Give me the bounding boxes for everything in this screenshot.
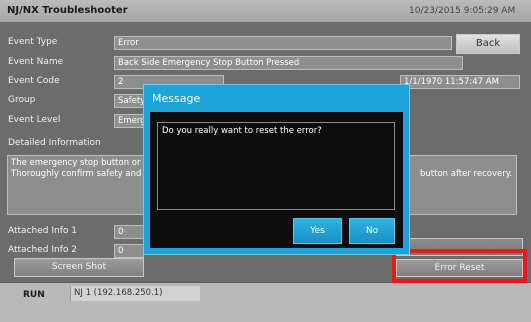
screen-shot-button[interactable]: Screen Shot	[14, 258, 144, 277]
detail-line-1: The emergency stop button or	[11, 158, 141, 168]
event-name-field: Back Side Emergency Stop Button Pressed	[114, 56, 463, 70]
controller-connection: NJ 1 (192.168.250.1)	[70, 286, 200, 301]
event-date-field: 1/1/1970 11:57:47 AM	[400, 75, 520, 89]
detail-line-2: Thoroughly confirm safety and	[11, 169, 142, 179]
group-label: Group	[8, 95, 36, 105]
event-code-label: Event Code	[8, 76, 60, 86]
back-button[interactable]: Back	[456, 34, 520, 54]
title-bar: NJ/NX Troubleshooter 10/23/2015 9:05:29 …	[0, 0, 531, 22]
dialog-message: Do you really want to reset the error?	[157, 122, 395, 210]
dialog-body: Do you really want to reset the error? Y…	[150, 112, 403, 248]
status-bar: RUN NJ 1 (192.168.250.1)	[0, 283, 531, 322]
event-level-label: Event Level	[8, 115, 61, 125]
attached-info-1-field: 0	[114, 225, 144, 239]
attached-info-2-field: 0	[114, 244, 144, 258]
no-button[interactable]: No	[349, 218, 395, 244]
datetime-display: 10/23/2015 9:05:29 AM	[409, 6, 516, 16]
dialog-title: Message	[152, 92, 201, 105]
event-name-label: Event Name	[8, 57, 64, 67]
detailed-info-label: Detailed Information	[8, 138, 101, 148]
attached-info-1-label: Attached Info 1	[8, 226, 77, 236]
detail-line-2-tail: button after recovery.	[420, 169, 513, 179]
event-type-field: Error	[114, 36, 452, 50]
yes-button[interactable]: Yes	[293, 218, 342, 244]
message-dialog: Message Do you really want to reset the …	[143, 84, 410, 255]
error-reset-highlight-box	[392, 249, 527, 283]
attached-info-2-label: Attached Info 2	[8, 245, 77, 255]
run-mode-indicator: RUN	[23, 290, 45, 300]
window-title: NJ/NX Troubleshooter	[7, 5, 128, 16]
event-type-label: Event Type	[8, 37, 58, 47]
